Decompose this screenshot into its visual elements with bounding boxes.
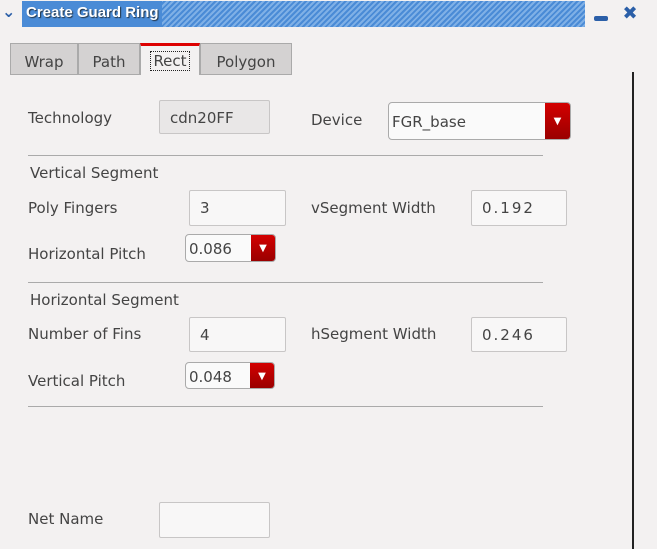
poly-fingers-label: Poly Fingers xyxy=(28,199,118,217)
vsegment-width-input[interactable]: 0.192 xyxy=(471,190,567,226)
tab-label: Polygon xyxy=(216,53,276,71)
dropdown-arrow-icon[interactable]: ▼ xyxy=(545,103,570,139)
horizontal-pitch-value: 0.086 xyxy=(189,240,232,258)
tab-label: Wrap xyxy=(24,53,64,71)
tab-path[interactable]: Path xyxy=(78,43,140,75)
window-title: Create Guard Ring xyxy=(26,4,159,21)
minimize-icon[interactable] xyxy=(588,2,614,26)
vertical-segment-heading: Vertical Segment xyxy=(30,164,159,182)
horizontal-pitch-label: Horizontal Pitch xyxy=(28,245,146,263)
tab-polygon[interactable]: Polygon xyxy=(200,43,292,75)
close-icon[interactable]: ✖ xyxy=(617,2,643,26)
panel-border xyxy=(632,72,634,549)
technology-field: cdn20FF xyxy=(159,100,270,134)
horizontal-segment-heading: Horizontal Segment xyxy=(30,291,179,309)
tab-rect[interactable]: Rect xyxy=(140,43,200,75)
vertical-pitch-select[interactable]: 0.048 ▼ xyxy=(185,362,275,389)
tab-label: Rect xyxy=(150,51,190,71)
poly-fingers-input[interactable]: 3 xyxy=(189,190,286,226)
net-name-input[interactable] xyxy=(159,502,270,538)
separator xyxy=(28,406,543,407)
vertical-pitch-value: 0.048 xyxy=(189,368,232,386)
num-fins-input[interactable]: 4 xyxy=(189,317,286,352)
hsegment-width-input[interactable]: 0.246 xyxy=(471,317,567,352)
num-fins-label: Number of Fins xyxy=(28,325,142,343)
horizontal-pitch-select[interactable]: 0.086 ▼ xyxy=(185,234,276,262)
tab-label: Path xyxy=(92,53,126,71)
device-label: Device xyxy=(311,111,363,129)
separator xyxy=(28,155,543,156)
technology-label: Technology xyxy=(28,109,113,127)
vsegment-width-label: vSegment Width xyxy=(311,199,436,217)
tab-wrap[interactable]: Wrap xyxy=(10,43,78,75)
net-name-label: Net Name xyxy=(28,510,104,528)
hsegment-width-label: hSegment Width xyxy=(311,325,437,343)
chevron-down-icon[interactable]: ⌄ xyxy=(2,2,15,21)
vertical-pitch-label: Vertical Pitch xyxy=(28,372,126,390)
device-select[interactable]: FGR_base ▼ xyxy=(388,102,571,140)
dropdown-arrow-icon[interactable]: ▼ xyxy=(250,363,274,388)
separator xyxy=(28,282,543,283)
device-value: FGR_base xyxy=(392,113,466,131)
dropdown-arrow-icon[interactable]: ▼ xyxy=(251,235,275,261)
